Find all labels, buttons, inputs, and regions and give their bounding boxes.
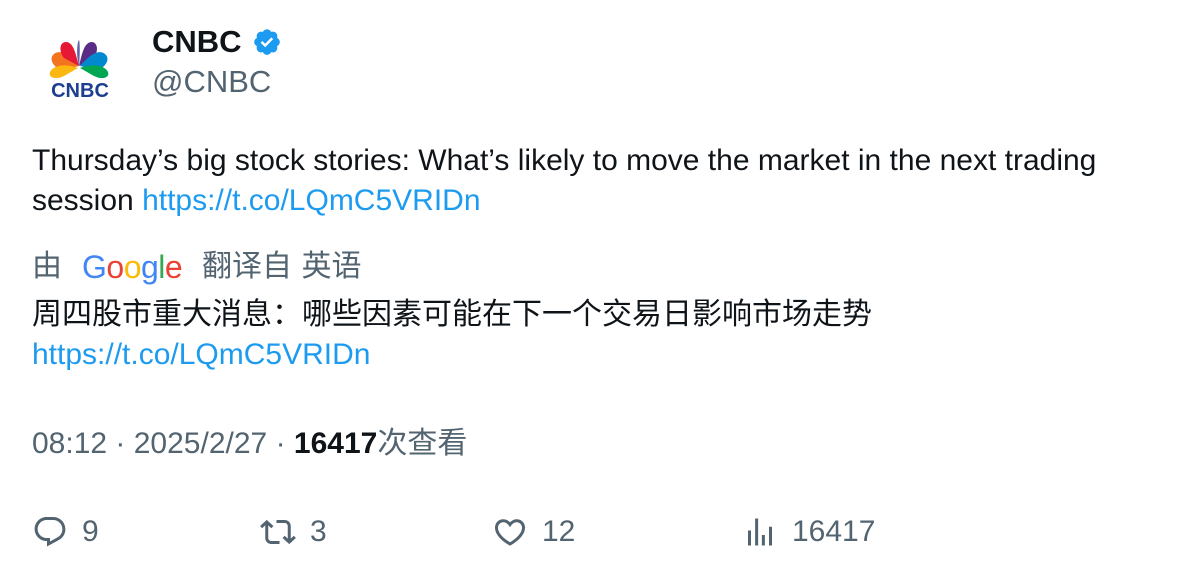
author-name[interactable]: CNBC <box>152 22 242 62</box>
retweet-button[interactable]: 3 <box>260 510 327 554</box>
views-icon <box>748 518 772 546</box>
tweet-meta: 08:12 · 2025/2/27 · 16417次查看 <box>32 423 467 465</box>
reply-button[interactable]: 9 <box>32 510 99 554</box>
views-label: 次查看 <box>377 426 468 461</box>
tweet-time[interactable]: 08:12 <box>32 427 107 460</box>
reply-count: 9 <box>82 515 99 548</box>
reply-icon <box>34 517 66 547</box>
verified-badge-icon <box>252 27 282 57</box>
author-handle[interactable]: @CNBC <box>152 62 271 102</box>
views-action-count: 16417 <box>792 515 876 548</box>
translated-link[interactable]: https://t.co/LQmC5VRIDn <box>32 338 370 371</box>
translation-attribution: 由 Google 翻译自 英语 <box>32 246 362 288</box>
avatar[interactable]: CNBC <box>32 28 128 124</box>
svg-text:Google: Google <box>82 249 182 285</box>
translation-suffix[interactable]: 翻译自 英语 <box>202 246 362 288</box>
translation-prefix: 由 <box>32 249 62 284</box>
like-count: 12 <box>542 515 576 548</box>
tweet-date[interactable]: 2025/2/27 <box>134 427 267 460</box>
tweet-link[interactable]: https://t.co/LQmC5VRIDn <box>142 184 480 217</box>
views-button[interactable]: 16417 <box>742 510 875 554</box>
cnbc-peacock-logo-icon: CNBC <box>49 40 109 102</box>
like-icon <box>494 519 526 546</box>
google-logo-icon[interactable]: Google <box>82 246 183 288</box>
translated-text: 周四股市重大消息：哪些因素可能在下一个交易日影响市场走势 https://t.c… <box>32 295 1162 375</box>
meta-separator: · <box>115 427 134 460</box>
like-button[interactable]: 12 <box>492 510 575 554</box>
retweet-count: 3 <box>310 515 327 548</box>
views-count: 16417 <box>293 427 378 460</box>
author-name-row[interactable]: CNBC <box>152 22 282 62</box>
meta-separator: · <box>275 427 294 460</box>
translated-body: 周四股市重大消息：哪些因素可能在下一个交易日影响市场走势 <box>32 297 872 332</box>
retweet-icon <box>260 519 296 545</box>
avatar-text: CNBC <box>51 80 109 102</box>
tweet-text: Thursday’s big stock stories: What’s lik… <box>32 141 1162 221</box>
